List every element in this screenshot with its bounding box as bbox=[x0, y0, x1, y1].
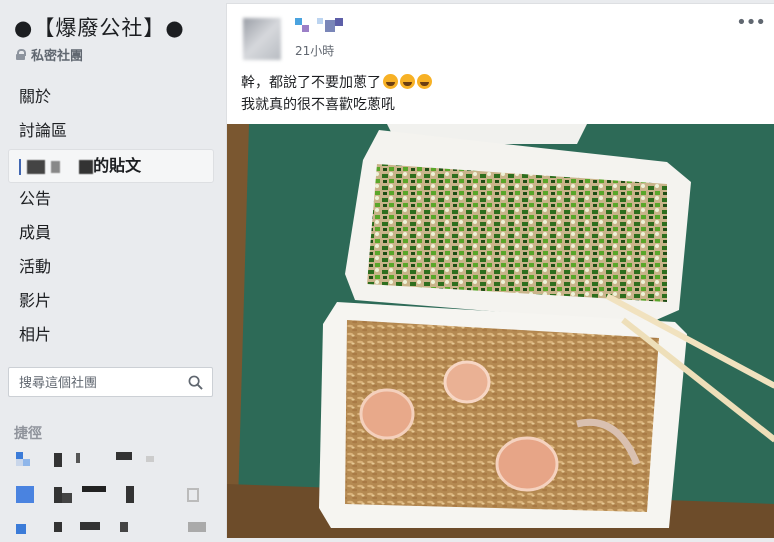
avatar[interactable] bbox=[243, 18, 281, 60]
redacted-name bbox=[50, 160, 60, 173]
post-text: 幹，都說了不要加蔥了 我就真的很不喜歡吃蔥吼 bbox=[241, 72, 432, 116]
group-title[interactable]: ●【爆廢公社】● bbox=[14, 12, 185, 42]
shortcut-item[interactable] bbox=[16, 450, 216, 470]
search-icon[interactable] bbox=[188, 375, 203, 390]
nav-item-videos[interactable]: 影片 bbox=[8, 285, 214, 319]
nav-item-events[interactable]: 活動 bbox=[8, 251, 214, 285]
lock-icon bbox=[16, 49, 26, 60]
laughing-emoji-icon bbox=[383, 74, 398, 89]
redacted-author-name[interactable] bbox=[295, 18, 345, 34]
shortcut-item[interactable] bbox=[16, 485, 216, 505]
redacted-name bbox=[27, 159, 45, 174]
group-privacy-label: 私密社團 bbox=[31, 49, 84, 64]
laughing-emoji-icon bbox=[400, 74, 415, 89]
nav-item-member-posts-label: 的貼文 bbox=[93, 156, 142, 175]
group-search-input[interactable] bbox=[9, 368, 181, 398]
post-timestamp[interactable]: 21小時 bbox=[295, 42, 334, 59]
nav-item-about[interactable]: 關於 bbox=[8, 81, 214, 115]
laughing-emoji-icon bbox=[417, 74, 432, 89]
post-text-line: 幹，都說了不要加蔥了 bbox=[241, 75, 381, 91]
active-indicator bbox=[19, 158, 21, 175]
group-search bbox=[8, 367, 213, 398]
nav-item-photos[interactable]: 相片 bbox=[8, 319, 214, 353]
redacted-shortcut bbox=[16, 486, 199, 503]
redacted-shortcut bbox=[16, 522, 206, 534]
nav-item-announcements[interactable]: 公告 bbox=[8, 183, 214, 217]
nav-item-member-posts[interactable]: 的貼文 bbox=[8, 149, 214, 183]
fried-rice-photo bbox=[227, 124, 774, 538]
shortcut-item[interactable] bbox=[16, 518, 216, 538]
nav-item-members[interactable]: 成員 bbox=[8, 217, 214, 251]
post-card: 21小時 ••• 幹，都說了不要加蔥了 我就真的很不喜歡吃蔥吼 bbox=[226, 3, 774, 538]
post-photo[interactable] bbox=[227, 124, 774, 538]
redacted-shortcut bbox=[16, 452, 154, 467]
shortcuts-heading: 捷徑 bbox=[14, 426, 42, 442]
group-sidebar: ●【爆廢公社】● 私密社團 關於 討論區 的貼文 公告 成員 活動 影片 相片 … bbox=[0, 0, 226, 537]
redacted-name bbox=[79, 159, 94, 174]
more-options-icon[interactable]: ••• bbox=[736, 14, 766, 32]
nav-item-discussion[interactable]: 討論區 bbox=[8, 115, 214, 149]
group-nav: 關於 討論區 的貼文 公告 成員 活動 影片 相片 bbox=[8, 81, 214, 353]
post-text-line: 我就真的很不喜歡吃蔥吼 bbox=[241, 97, 395, 113]
group-privacy: 私密社團 bbox=[16, 45, 83, 64]
